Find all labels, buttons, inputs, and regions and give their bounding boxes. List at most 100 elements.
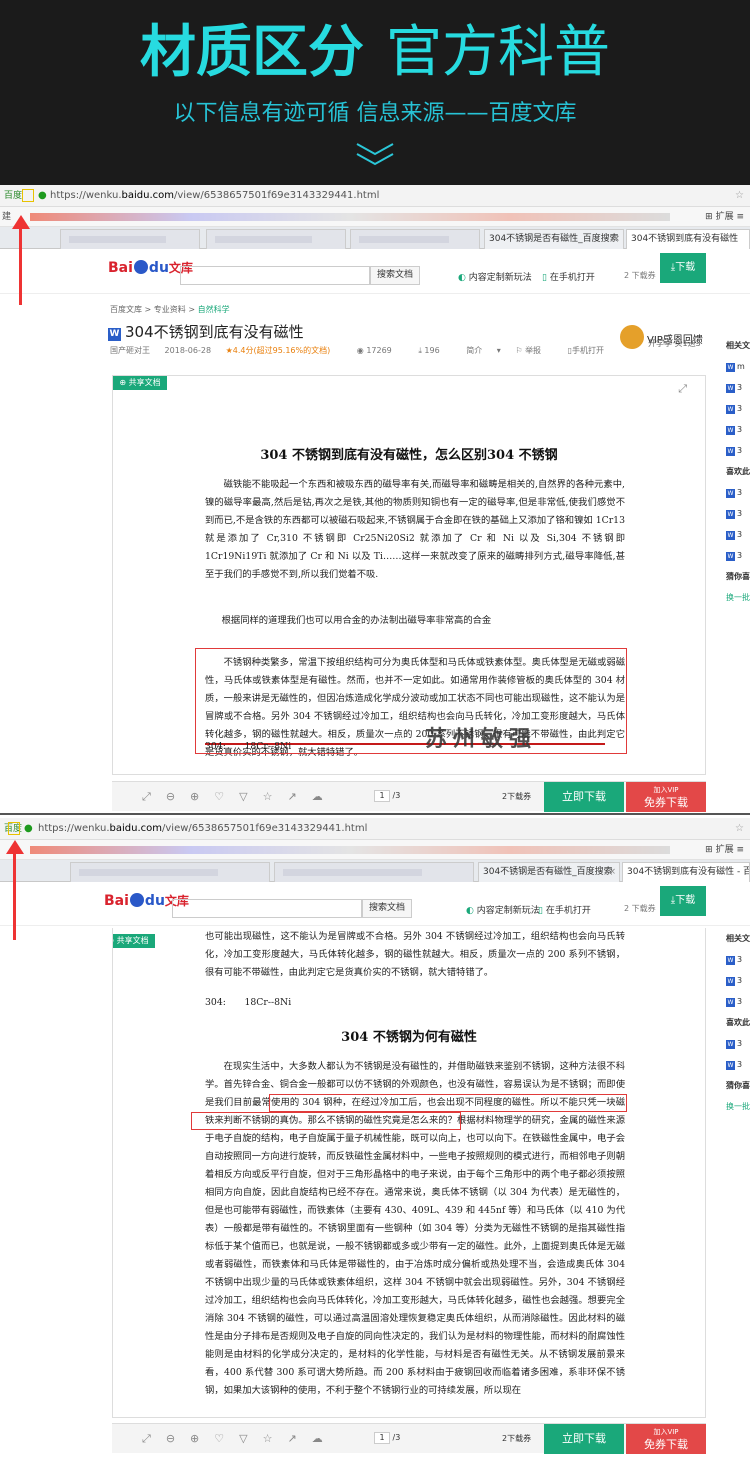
sidebar-item[interactable]: W3 xyxy=(726,545,750,566)
favorite-icon[interactable]: ☆ xyxy=(263,790,288,803)
search-input[interactable] xyxy=(172,899,362,918)
lock-icon: ● xyxy=(24,823,33,834)
url-text[interactable]: https://wenku.baidu.com/view/6538657501f… xyxy=(50,185,379,207)
zoom-out-icon[interactable]: ⊖ xyxy=(166,790,190,803)
dislike-icon[interactable]: ▽ xyxy=(239,790,262,803)
sidebar-item[interactable]: W3 xyxy=(726,419,750,440)
breadcrumb-item[interactable]: 专业资料 xyxy=(154,305,186,314)
tab-placeholder[interactable] xyxy=(60,229,200,249)
site-header: Bai du文库 搜索文档 ◐ 内容定制新玩法 ▯ 在手机打开 2 下载券 ⤓下载 xyxy=(0,249,750,294)
extension-button[interactable]: ⊞ 扩展 ≡ xyxy=(705,840,744,860)
sidebar-item[interactable]: W3 xyxy=(726,440,750,461)
extension-button[interactable]: ⊞ 扩展 ≡ xyxy=(705,207,744,227)
breadcrumb-item[interactable]: 自然科学 xyxy=(198,305,230,314)
toolbar-download-count: 2下载券 xyxy=(502,792,532,801)
close-icon[interactable]: × xyxy=(608,863,616,881)
page-total: /3 xyxy=(392,1433,401,1442)
tab-strip: 304不锈钢是否有磁性_百度搜索 × 304不锈钢到底有没有磁性 xyxy=(0,227,750,249)
paw-icon xyxy=(129,893,144,907)
sidebar-item[interactable]: W3 xyxy=(726,503,750,524)
sidebar-item[interactable]: W3 xyxy=(726,949,750,970)
sidebar-item[interactable]: W3 xyxy=(726,482,750,503)
address-bar[interactable]: 百度 ● https://wenku.baidu.com/view/653865… xyxy=(0,818,750,840)
highlight-box xyxy=(8,822,20,835)
expand-icon[interactable]: ⤢ xyxy=(678,382,687,396)
cloud-icon[interactable]: ☁ xyxy=(312,790,338,803)
fullscreen-icon[interactable]: ⤢ xyxy=(142,790,166,803)
page-input[interactable]: 1 xyxy=(374,1432,390,1444)
sidebar-item[interactable]: W3 xyxy=(726,524,750,545)
bookmark-items-blurred xyxy=(30,213,670,221)
content-custom-link[interactable]: ◐ 内容定制新玩法 xyxy=(458,270,532,283)
sidebar-item[interactable]: W3 xyxy=(726,970,750,991)
right-sidebar: 相关文 W3 W3 W3 喜欢此 W3 W3 猜你喜 换一批 xyxy=(726,928,750,1117)
star-icon[interactable]: ☆ xyxy=(735,818,744,840)
download-label: 下载 xyxy=(675,262,696,273)
tab-placeholder[interactable] xyxy=(206,229,346,249)
lock-icon: ● xyxy=(38,190,47,201)
cloud-icon[interactable]: ☁ xyxy=(312,1432,338,1445)
vip-download-button[interactable]: 加入VIP 免券下载 xyxy=(626,782,706,812)
date: 2018-06-28 xyxy=(164,346,212,355)
share-icon[interactable]: ↗ xyxy=(287,1432,311,1445)
page-input[interactable]: 1 xyxy=(374,790,390,802)
search-button[interactable]: 搜索文档 xyxy=(362,899,412,918)
tab-placeholder[interactable] xyxy=(274,862,474,882)
download-now-button[interactable]: 立即下载 xyxy=(544,782,624,812)
download-button[interactable]: ⤓下载 xyxy=(660,886,706,916)
tab-search[interactable]: 304不锈钢是否有磁性_百度搜索 × xyxy=(484,229,624,249)
sidebar-item[interactable]: W3 xyxy=(726,398,750,419)
toolbar-download-count: 2下载券 xyxy=(502,1434,532,1443)
sidebar-refresh-link[interactable]: 换一批 xyxy=(726,1096,750,1117)
vip-download-button[interactable]: 加入VIP 免券下载 xyxy=(626,1424,706,1454)
tab-document[interactable]: 304不锈钢到底有没有磁性 xyxy=(626,229,750,249)
tab-search[interactable]: 304不锈钢是否有磁性_百度搜索 × xyxy=(478,862,620,882)
share-icon[interactable]: ↗ xyxy=(287,790,311,803)
sidebar-item[interactable]: Wm xyxy=(726,356,750,377)
tab-document[interactable]: 304不锈钢到底有没有磁性 - 百度文库 xyxy=(622,862,750,882)
address-bar[interactable]: 百度 ● https://wenku.baidu.com/view/653865… xyxy=(0,185,750,207)
open-on-phone-link[interactable]: ▯ 在手机打开 xyxy=(542,270,595,283)
content-custom-link[interactable]: ◐ 内容定制新玩法 xyxy=(466,903,540,916)
sidebar-item[interactable]: W3 xyxy=(726,991,750,1012)
star-icon[interactable]: ☆ xyxy=(735,185,744,207)
author[interactable]: 国产砸对王 xyxy=(110,346,150,355)
phone-open-link[interactable]: ▯手机打开 xyxy=(568,346,616,355)
sidebar-item[interactable]: W3 xyxy=(726,1054,750,1075)
share-label: 共享文档 xyxy=(128,378,161,387)
tab-placeholder[interactable] xyxy=(350,229,480,249)
breadcrumb-item[interactable]: 百度文库 xyxy=(110,305,142,314)
download-now-button[interactable]: 立即下载 xyxy=(544,1424,624,1454)
zoom-out-icon[interactable]: ⊖ xyxy=(166,1432,190,1445)
sidebar-item[interactable]: W3 xyxy=(726,377,750,398)
dislike-icon[interactable]: ▽ xyxy=(239,1432,262,1445)
search-button[interactable]: 搜索文档 xyxy=(370,266,420,285)
favorite-icon[interactable]: ☆ xyxy=(263,1432,288,1445)
sidebar-item-label: 3 xyxy=(737,976,743,985)
zoom-in-icon[interactable]: ⊕ xyxy=(190,790,214,803)
download-button[interactable]: ⤓下载 xyxy=(660,253,706,283)
watermark: 苏州敏强 xyxy=(425,726,538,752)
tab-placeholder[interactable] xyxy=(70,862,270,882)
zoom-in-icon[interactable]: ⊕ xyxy=(190,1432,214,1445)
sidebar-header: 喜欢此 xyxy=(726,467,750,476)
doc-heading-2: 304 不锈钢为何有磁性 xyxy=(341,1030,477,1045)
doc-heading-2: 304 不锈钢为何有磁性 xyxy=(113,772,705,774)
like-icon[interactable]: ♡ xyxy=(214,1432,239,1445)
url-path: /view/6538657501f69e3143329441.html xyxy=(174,190,380,201)
intro-dropdown[interactable]: 简介 ▾ xyxy=(466,346,501,355)
open-on-phone-link[interactable]: ▯ 在手机打开 xyxy=(538,903,591,916)
doc-meta: 国产砸对王 2018-06-28 ★4.4分(超过95.16%的文档) ◉ 17… xyxy=(110,345,628,356)
search-input[interactable] xyxy=(180,266,370,285)
sidebar-item[interactable]: W3 xyxy=(726,1033,750,1054)
vip-promo[interactable]: VIP感恩回馈 开学季 买1送3 xyxy=(620,325,703,349)
like-icon[interactable]: ♡ xyxy=(214,790,239,803)
report-link[interactable]: ⚐ 举报 xyxy=(515,346,553,355)
url-text[interactable]: https://wenku.baidu.com/view/6538657501f… xyxy=(38,818,367,840)
doc-toolbar: ⤢⊖⊕♡▽☆↗☁ 1 /3 2下载券 立即下载 加入VIP 免券下载 xyxy=(112,781,706,812)
fullscreen-icon[interactable]: ⤢ xyxy=(142,1432,166,1445)
right-sidebar: 相关文 Wm W3 W3 W3 W3 喜欢此 W3 W3 W3 W3 猜你喜 换… xyxy=(726,335,750,608)
sidebar-refresh-link[interactable]: 换一批 xyxy=(726,587,750,608)
close-icon[interactable]: × xyxy=(612,230,620,248)
screenshot-bottom: 百度 ● https://wenku.baidu.com/view/653865… xyxy=(0,818,750,1463)
